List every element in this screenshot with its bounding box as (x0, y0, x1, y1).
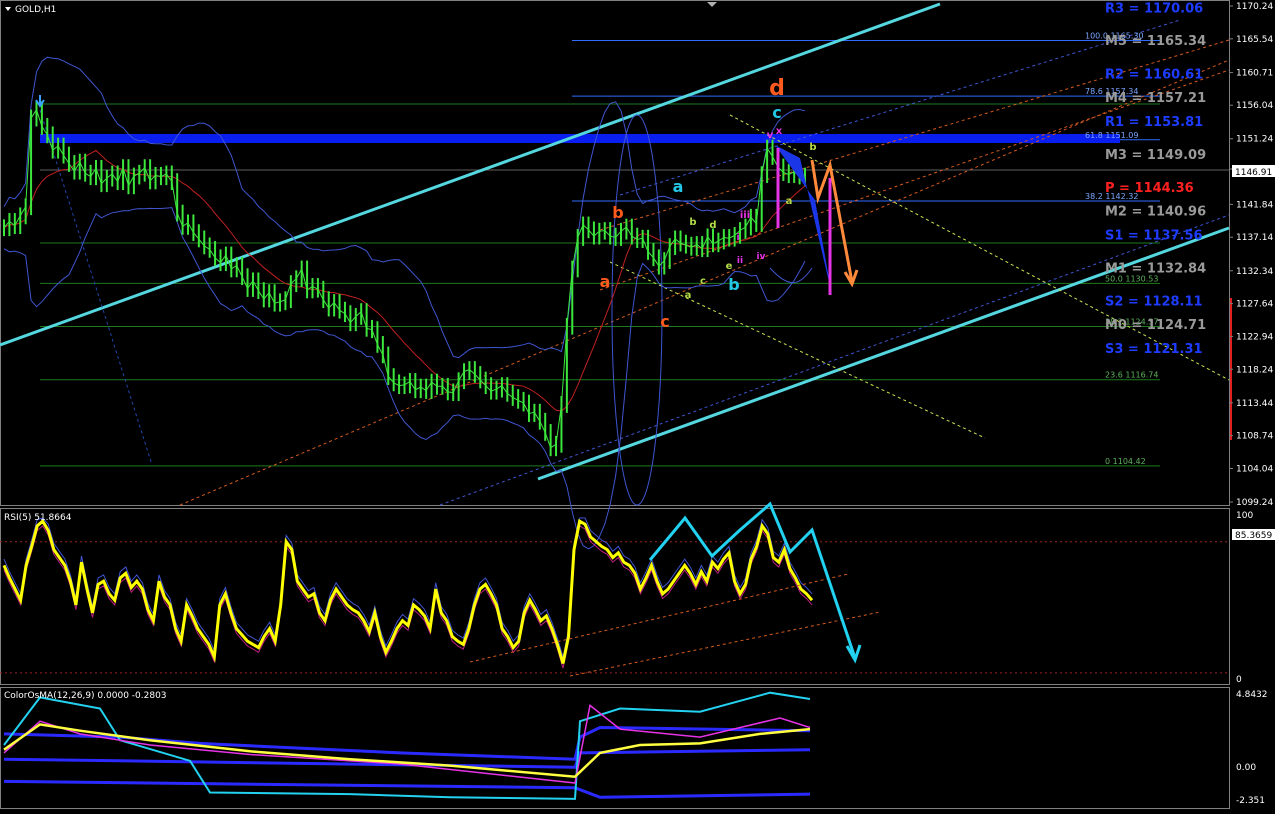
rsi-line (2, 518, 814, 664)
wave-label: a (786, 196, 793, 207)
pivot-label: S3 = 1121.31 (1105, 342, 1203, 357)
pivot-label: M2 = 1140.96 (1105, 205, 1206, 220)
wave-label: iv (757, 252, 766, 262)
wave-label: c (660, 312, 669, 331)
wave-label: a (673, 177, 684, 196)
moving-average (3, 149, 806, 412)
osma-indicator-label: ColorOsMA(12,26,9) 0.0000 -0.2803 (4, 691, 167, 701)
triangle-down-icon[interactable] (5, 7, 11, 11)
price-axis-label: 1151.24 (1236, 135, 1273, 145)
price-axis-label: 1170.24 (1236, 2, 1273, 12)
osma-band (3, 779, 811, 799)
price-axis-label: 1118.24 (1236, 365, 1273, 375)
pivot-label: M5 = 1165.34 (1105, 34, 1206, 49)
curve-line (769, 267, 813, 284)
wave-label: a (685, 290, 692, 301)
osma-axis-min: -2.351 (1236, 796, 1265, 806)
pivot-label: S1 = 1137.56 (1105, 228, 1203, 243)
price-axis-label: 1132.34 (1236, 267, 1273, 277)
fib-label: 23.6 1116.74 (1105, 371, 1158, 380)
osma-axis-zero: 0.00 (1236, 763, 1256, 773)
price-axis-label: 1099.24 (1236, 498, 1273, 508)
osma-axis-max: 4.8432 (1236, 690, 1268, 700)
wave-label: b (728, 275, 739, 294)
wave-label: b (612, 203, 623, 222)
rsi-signal-line (3, 525, 813, 669)
pivot-label: M0 = 1124.71 (1105, 318, 1206, 333)
trend-line (619, 19, 1181, 196)
price-line (3, 108, 806, 449)
rsi-trend-line (569, 611, 881, 677)
fib-label: 0 1104.42 (1105, 457, 1146, 466)
rsi-forecast-arrow (648, 501, 857, 659)
pivot-label: M4 = 1157.21 (1105, 91, 1206, 106)
rsi-axis-max: 100 (1236, 511, 1253, 521)
pivot-label: M1 = 1132.84 (1105, 261, 1206, 276)
price-axis-label: 1127.64 (1236, 300, 1273, 310)
price-axis-label: 1104.04 (1236, 464, 1273, 474)
wave-label: x (776, 126, 783, 137)
fib-label: 61.8 1151.09 (1085, 131, 1138, 140)
wave-label: b (689, 217, 696, 228)
current-price-label: 1146.91 (1235, 168, 1272, 178)
price-axis-label: 1122.94 (1236, 332, 1273, 342)
price-axis-label: 1108.74 (1236, 432, 1273, 442)
chart-window[interactable]: 1170.24 1165.54 1160.71 1156.04 1151.24 1141.… (0, 0, 1275, 810)
wave-label: e (726, 261, 733, 272)
wave-label: c (700, 276, 706, 287)
chart-svg[interactable]: 1170.24 1165.54 1160.71 1156.04 1151.24 1141.… (0, 0, 1275, 810)
price-axis-label: 1156.04 (1236, 101, 1273, 111)
pivot-label: M3 = 1149.09 (1105, 148, 1206, 163)
price-panel-frame (0, 0, 1230, 506)
wave-label: d (709, 220, 716, 231)
trend-line (609, 261, 986, 439)
rsi-level-label: 85.3659 (1235, 531, 1272, 541)
wave-label: b (809, 142, 816, 153)
scroll-marker (707, 2, 717, 7)
price-axis-label: 1165.54 (1236, 35, 1273, 45)
pivot-label: P = 1144.36 (1105, 181, 1194, 196)
bb-upper (3, 56, 806, 359)
wave-label: i (736, 233, 739, 243)
rsi-axis-min: 0 (1236, 675, 1242, 685)
wave-label: d (769, 76, 785, 101)
wave-label: a (600, 272, 611, 291)
price-axis-label: 1141.84 (1236, 200, 1273, 210)
pivot-label: R3 = 1170.06 (1105, 1, 1203, 16)
wave-label: v (767, 130, 774, 141)
pivot-label: R1 = 1153.81 (1105, 115, 1203, 130)
rsi-signal-line (3, 517, 813, 658)
wave-label: ii (737, 256, 743, 266)
price-axis-label: 1137.14 (1236, 233, 1273, 243)
rsi-panel-frame (0, 508, 1230, 685)
symbol-label: GOLD,H1 (15, 5, 56, 15)
wave-label: c (772, 103, 781, 122)
price-axis-label: 1160.71 (1236, 69, 1273, 79)
pivot-label: R2 = 1160.61 (1105, 67, 1203, 82)
pivot-label: S2 = 1128.11 (1105, 294, 1203, 309)
wave-label: iii (740, 210, 750, 221)
price-axis-label: 1113.44 (1236, 399, 1273, 409)
rsi-indicator-label: RSI(5) 51.8664 (4, 513, 72, 523)
